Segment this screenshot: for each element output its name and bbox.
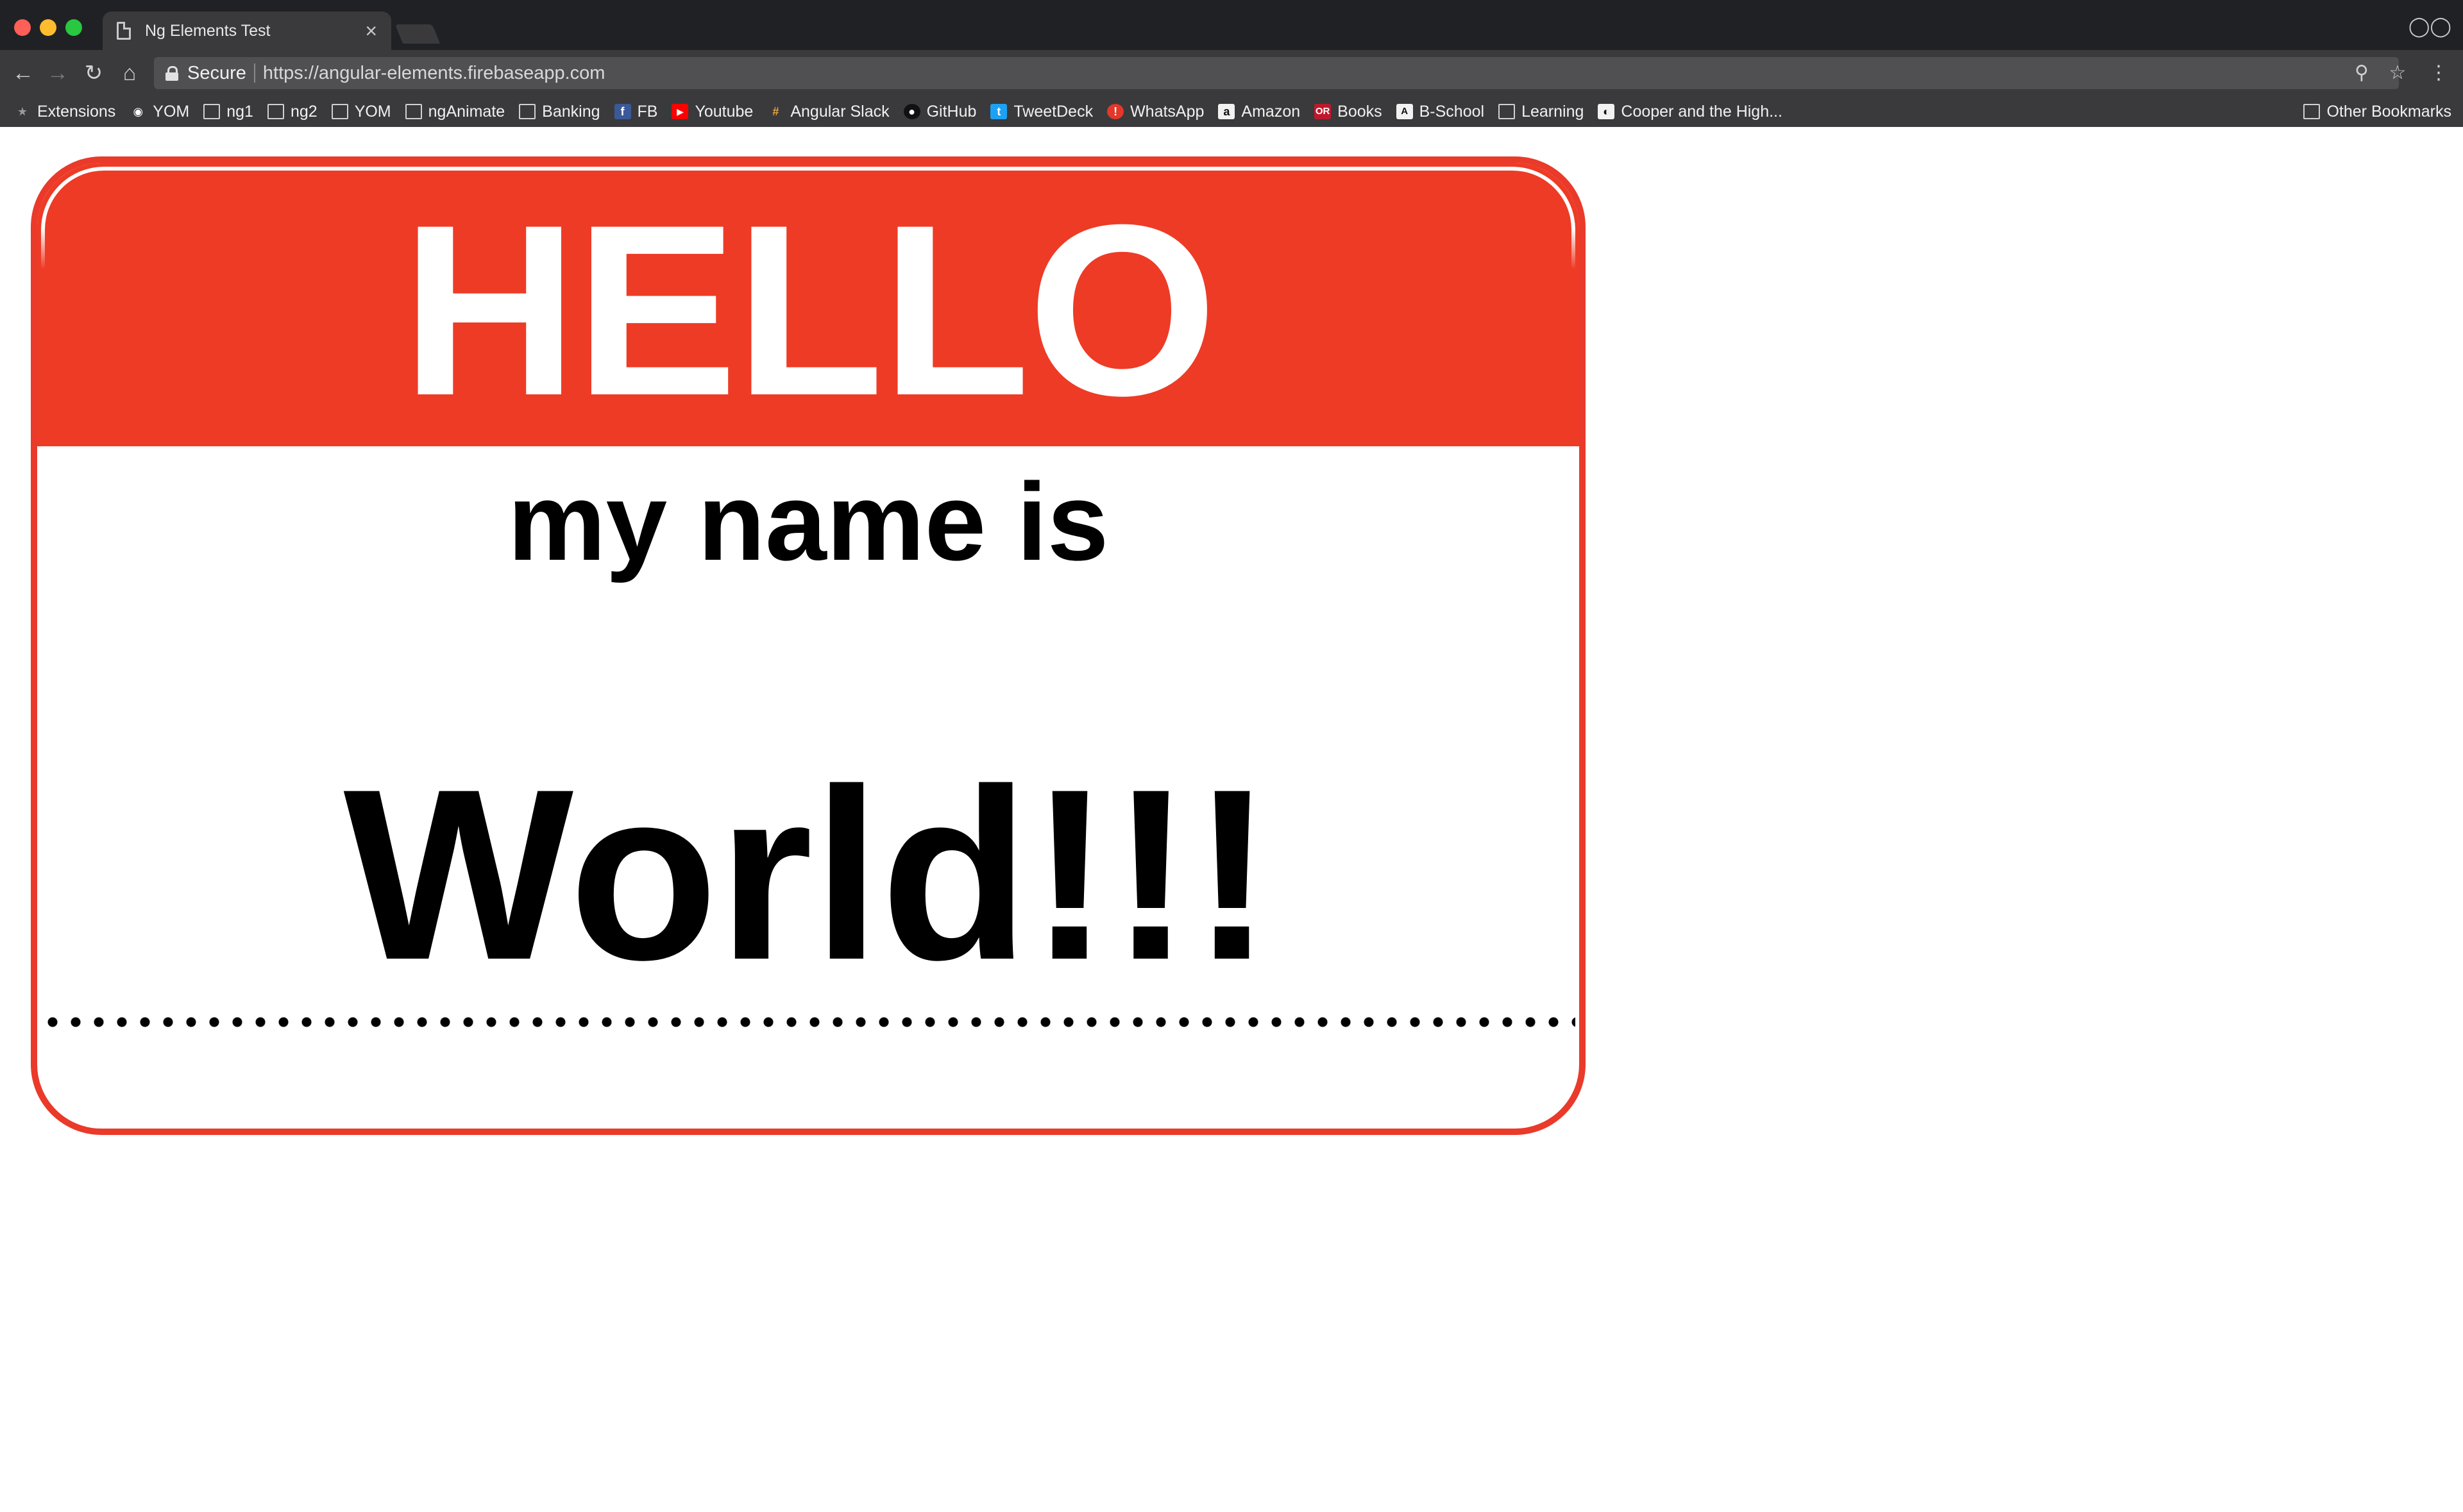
github-icon: ● [903,104,920,119]
bookmark-label: ngAnimate [428,102,505,121]
books-icon: OR [1314,104,1332,119]
folder-icon [405,104,422,119]
bschool-icon: A [1396,104,1413,119]
cooper-icon: ◐ [1598,104,1615,119]
secure-label: Secure [187,62,246,83]
bookmark-angular-slack[interactable]: # Angular Slack [767,103,889,121]
bookmark-label: Amazon [1241,102,1301,121]
folder-icon [267,104,284,119]
bookmark-label: Books [1337,102,1382,121]
youtube-icon: ▶ [672,104,689,119]
tab-title: Ng Elements Test [145,21,271,40]
amazon-icon: a [1218,104,1235,119]
name-badge: HELLO my name is World!!! [31,156,1586,1135]
bookmark-cooper[interactable]: ◐ Cooper and the High... [1598,103,1782,121]
bookmark-fb[interactable]: f FB [614,102,658,121]
bookmark-label: Learning [1521,102,1584,121]
puzzle-icon: ★ [17,105,28,118]
bookmark-label: YOM [153,102,190,121]
bookmark-extensions[interactable]: ★ Extensions [14,103,115,121]
tab-ng-elements-test[interactable]: Ng Elements Test × [103,12,391,50]
bookmark-label: Youtube [695,102,754,121]
tweetdeck-icon: t [990,104,1008,119]
bookmark-amazon[interactable]: a Amazon [1218,103,1300,121]
folder-icon [203,104,221,119]
browser-chrome: Ng Elements Test × ◯◯ ← → ↻ ⌂ Secure htt… [0,0,2463,127]
bookmark-label: GitHub [926,102,977,121]
dotted-line [41,1016,1575,1028]
bookmark-folder-ng1[interactable]: ng1 [203,103,253,121]
bookmark-tweetdeck[interactable]: t TweetDeck [990,103,1093,121]
bot-icon: ◉ [133,105,144,118]
name-text: World!!! [343,738,1273,1011]
close-window-button[interactable] [14,19,31,36]
slack-icon: # [772,105,779,118]
page-icon [117,22,131,40]
hello-heading: HELLO [402,174,1217,446]
bookmarks-bar: ★ Extensions ◉ YOM ng1 ng2 YOM ngAnimate B… [0,96,2463,127]
bookmark-b-school[interactable]: A B-School [1396,103,1484,121]
star-icon[interactable]: ☆ [2383,59,2412,87]
address-bar[interactable]: Secure https://angular-elements.firebase… [154,57,2399,89]
home-icon[interactable]: ⌂ [115,59,144,87]
bookmark-label: TweetDeck [1013,102,1094,121]
bookmark-whatsapp[interactable]: ! WhatsApp [1107,103,1204,121]
other-bookmarks[interactable]: Other Bookmarks [2303,96,2451,127]
url-text[interactable]: https://angular-elements.firebaseapp.com [263,63,605,84]
bookmark-label: ng2 [290,102,317,121]
menu-icon[interactable]: ⋮ [2425,59,2453,87]
new-tab-button[interactable] [394,24,441,44]
bookmark-youtube[interactable]: ▶ Youtube [672,103,753,121]
folder-icon [1498,104,1516,119]
bookmark-github[interactable]: ● GitHub [903,102,977,121]
address-separator [253,63,255,83]
bookmark-label: B-School [1419,102,1485,121]
bookmark-label: Banking [542,102,600,121]
reload-icon[interactable]: ↻ [80,59,108,87]
zoom-icon[interactable]: ⚲ [2348,59,2376,87]
bookmark-folder-ng2[interactable]: ng2 [267,103,317,121]
facebook-icon: f [614,104,631,119]
lock-icon [165,66,178,81]
bookmark-label: Extensions [37,102,116,121]
my-name-is-label: my name is [507,460,1109,584]
bookmark-yom[interactable]: ◉ YOM [130,103,189,121]
bookmark-books[interactable]: OR Books [1314,103,1382,121]
bookmark-folder-banking[interactable]: Banking [519,103,600,121]
badge-header: HELLO [37,163,1579,446]
bookmark-label: Cooper and the High... [1621,102,1782,121]
back-icon[interactable]: ← [9,59,37,87]
tab-strip: Ng Elements Test × ◯◯ [0,0,2463,50]
folder-icon [331,104,348,119]
bookmark-label: FB [637,102,658,121]
other-bookmarks-label: Other Bookmarks [2326,102,2451,121]
bookmark-label: ng1 [226,102,253,121]
folder-icon [519,104,536,119]
bookmark-label: YOM [354,102,391,121]
bookmark-label: WhatsApp [1130,102,1205,121]
bookmark-folder-nganimate[interactable]: ngAnimate [405,103,505,121]
maximize-window-button[interactable] [65,19,82,36]
bookmark-folder-learning[interactable]: Learning [1498,103,1584,121]
whatsapp-icon: ! [1107,104,1124,119]
browser-toolbar: ← → ↻ ⌂ Secure https://angular-elements.… [0,50,2463,96]
incognito-icon: ◯◯ [2408,16,2451,37]
forward-icon[interactable]: → [44,59,72,87]
minimize-window-button[interactable] [40,19,56,36]
folder-icon [2303,104,2321,119]
bookmark-folder-yom[interactable]: YOM [331,102,391,121]
bookmark-label: Angular Slack [790,102,890,121]
tab-close-icon[interactable]: × [365,21,377,41]
